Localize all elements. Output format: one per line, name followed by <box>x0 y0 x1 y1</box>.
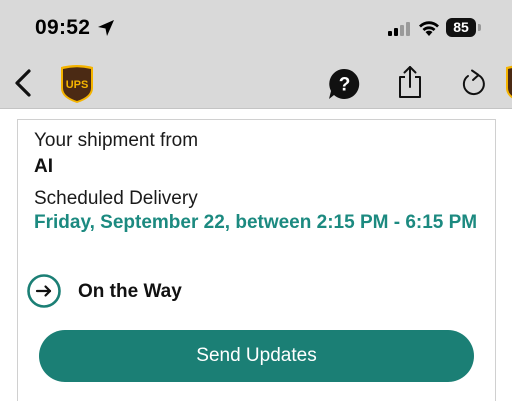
status-time: 09:52 <box>35 16 91 39</box>
back-button[interactable] <box>12 68 34 98</box>
app-screen: 09:52 85 UPS ? Your shipment from AI Sch… <box>0 0 512 401</box>
cellular-signal-icon <box>388 22 410 36</box>
scheduled-delivery-value: Friday, September 22, between 2:15 PM - … <box>34 212 478 233</box>
location-arrow-icon <box>98 20 114 36</box>
shipment-card: Your shipment from AI Scheduled Delivery… <box>17 119 496 401</box>
ups-logo-text: UPS <box>66 79 89 91</box>
wifi-icon <box>419 21 439 36</box>
share-button[interactable] <box>397 65 423 99</box>
navigation-bar: UPS ? <box>0 58 512 109</box>
shipment-status: On the Way <box>78 281 182 302</box>
battery-tip <box>478 24 481 31</box>
battery-indicator: 85 <box>446 18 476 37</box>
status-bar: 09:52 85 <box>0 0 512 58</box>
help-button[interactable]: ? <box>328 68 360 100</box>
arrow-right-circle-icon <box>27 274 61 308</box>
scheduled-delivery-label: Scheduled Delivery <box>34 188 198 209</box>
ups-logo-partial <box>504 64 512 104</box>
refresh-button[interactable] <box>460 68 486 98</box>
ups-logo: UPS <box>61 65 93 103</box>
ups-shield-icon <box>506 65 512 99</box>
shipment-from-label: Your shipment from <box>34 130 199 151</box>
question-mark-icon: ? <box>339 75 351 96</box>
shipment-from-value: AI <box>34 156 53 177</box>
send-updates-button[interactable]: Send Updates <box>39 330 474 382</box>
